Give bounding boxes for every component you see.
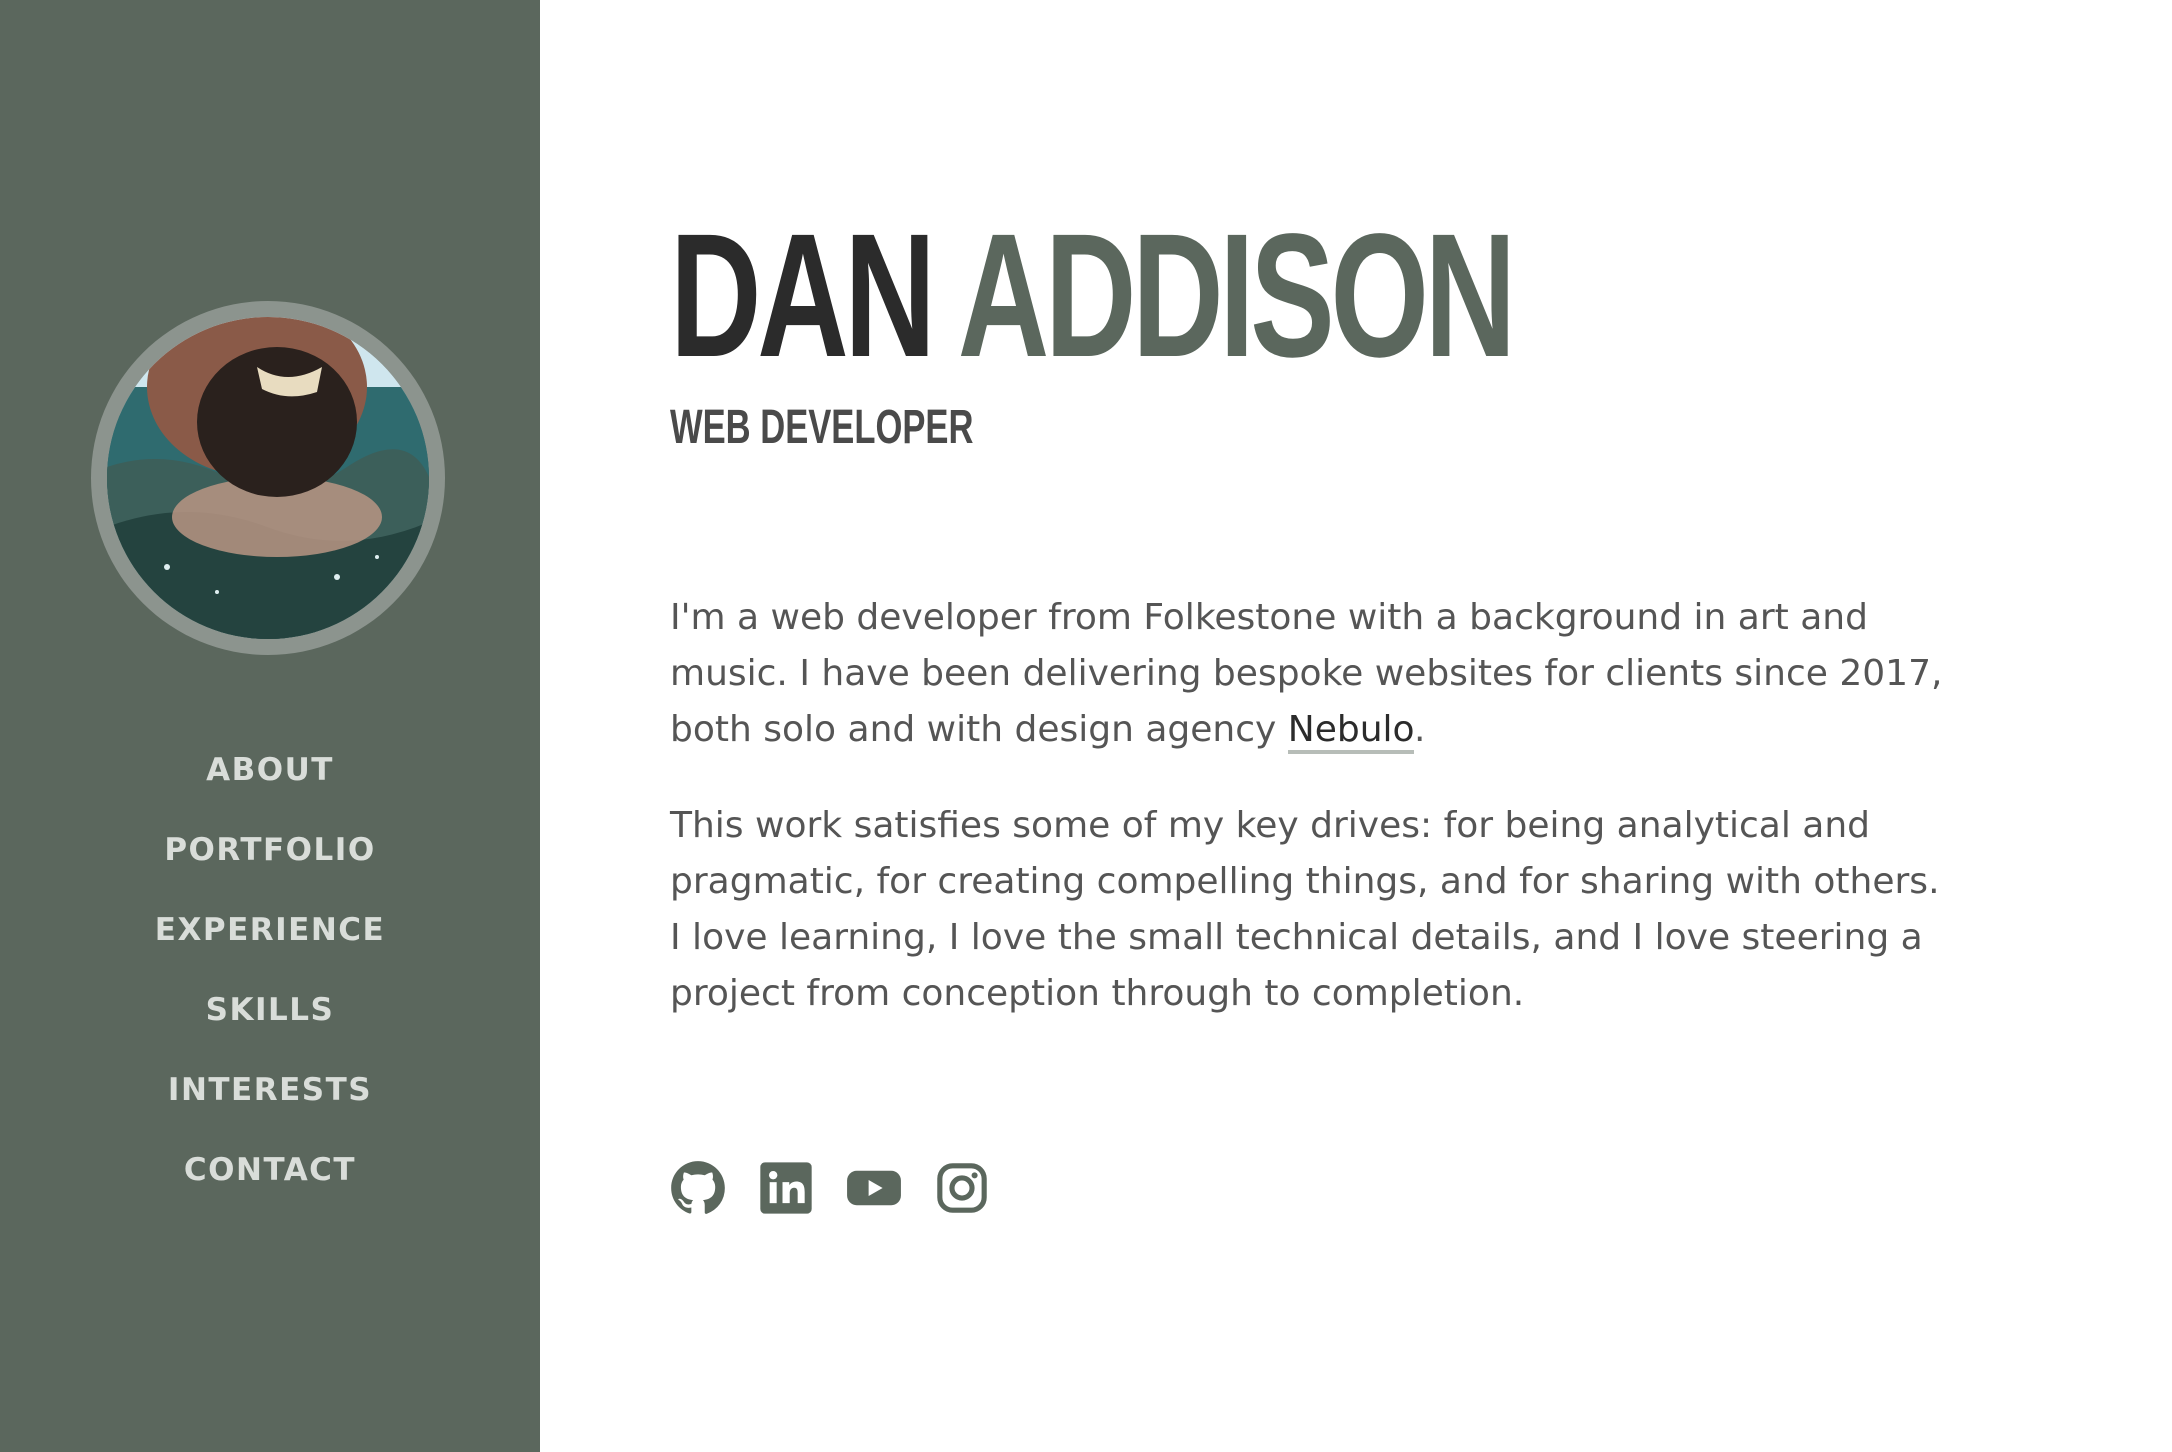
youtube-icon[interactable] [846, 1160, 902, 1216]
bio: I'm a web developer from Folkestone with… [670, 590, 1950, 1062]
nebulo-link[interactable]: Nebulo [1287, 709, 1414, 754]
last-name: ADDISON [957, 198, 1516, 394]
sidebar: ABOUT PORTFOLIO EXPERIENCE SKILLS INTERE… [0, 0, 540, 1452]
bio-paragraph-1: I'm a web developer from Folkestone with… [670, 590, 1950, 758]
page: ABOUT PORTFOLIO EXPERIENCE SKILLS INTERE… [0, 0, 2172, 1452]
github-icon[interactable] [670, 1160, 726, 1216]
linkedin-icon[interactable] [758, 1160, 814, 1216]
nav-item-skills[interactable]: SKILLS [0, 970, 540, 1050]
first-name: DAN [670, 198, 936, 394]
social-links [670, 1160, 990, 1216]
instagram-icon[interactable] [934, 1160, 990, 1216]
avatar-ring [91, 301, 445, 655]
nav-item-contact[interactable]: CONTACT [0, 1130, 540, 1210]
avatar [107, 317, 429, 639]
bio-paragraph-1-end: . [1413, 709, 1426, 750]
nav-item-interests[interactable]: INTERESTS [0, 1050, 540, 1130]
avatar-photo [107, 317, 429, 639]
nav-item-about[interactable]: ABOUT [0, 730, 540, 810]
nav-item-portfolio[interactable]: PORTFOLIO [0, 810, 540, 890]
bio-paragraph-2: This work satisfies some of my key drive… [670, 805, 1940, 1014]
page-title: DAN ADDISON [670, 208, 1516, 384]
nav-item-experience[interactable]: EXPERIENCE [0, 890, 540, 970]
job-title: WEB DEVELOPER [670, 401, 974, 454]
sidebar-nav: ABOUT PORTFOLIO EXPERIENCE SKILLS INTERE… [0, 730, 540, 1210]
